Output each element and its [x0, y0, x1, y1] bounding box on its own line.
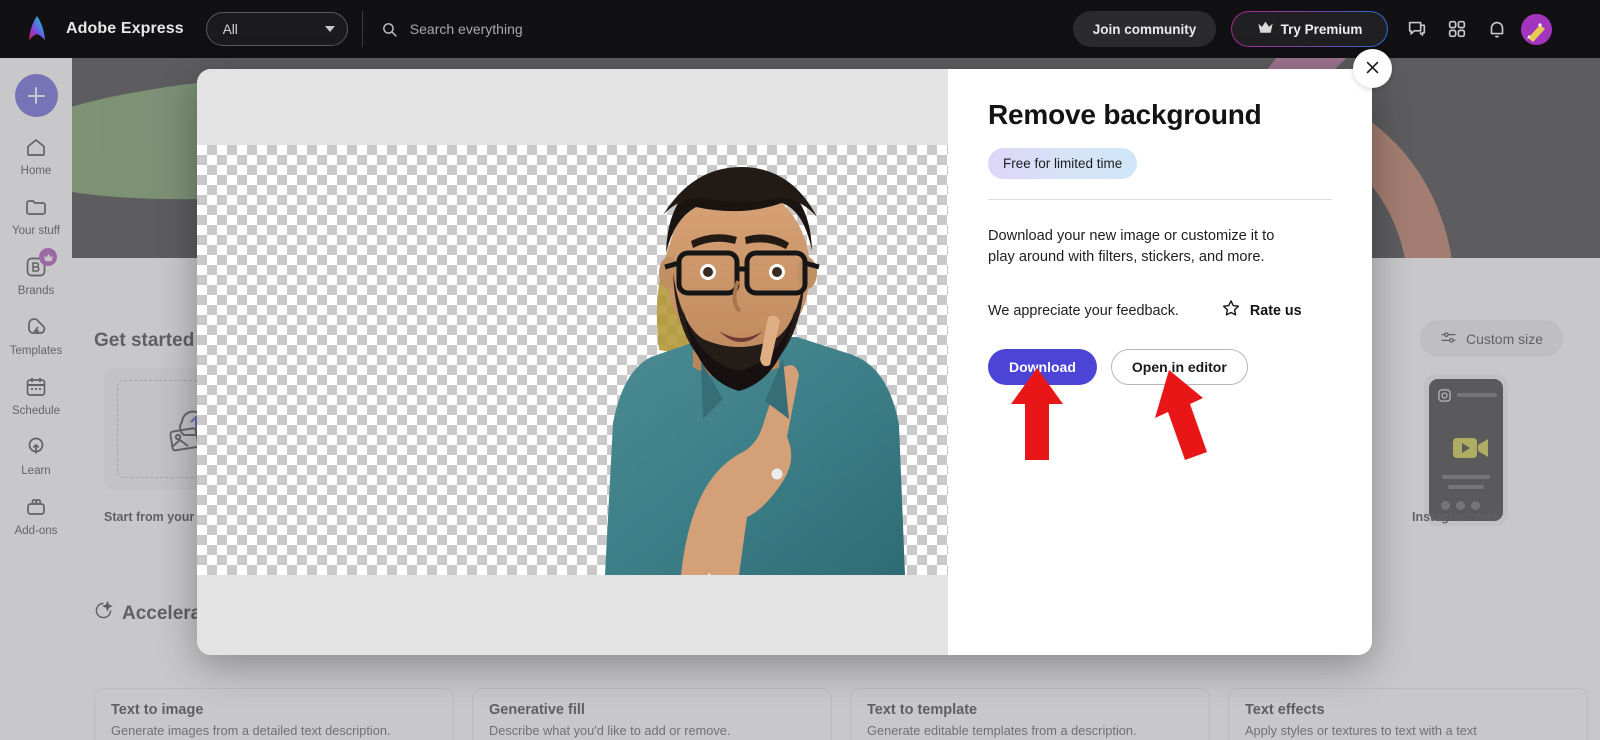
search-scope-select[interactable]: All	[205, 12, 348, 46]
search-input[interactable]	[409, 21, 1010, 37]
rate-us-button[interactable]: Rate us	[1221, 298, 1302, 323]
brand-title: Adobe Express	[66, 20, 184, 37]
preview-image	[605, 167, 905, 575]
search-scope-value: All	[222, 21, 238, 37]
chat-bubble-icon[interactable]	[1406, 18, 1428, 40]
red-arrow-up-icon	[1011, 368, 1063, 460]
try-premium-button[interactable]: Try Premium	[1231, 11, 1388, 47]
crown-icon	[1257, 21, 1274, 37]
feedback-text: We appreciate your feedback.	[988, 302, 1179, 319]
remove-background-modal: Remove background Free for limited time …	[197, 69, 1372, 655]
adobe-logo	[22, 15, 52, 43]
close-icon	[1364, 59, 1381, 79]
rate-us-label: Rate us	[1249, 302, 1302, 319]
modal-preview-panel	[197, 69, 948, 655]
close-button[interactable]	[1353, 49, 1392, 88]
mouse-pointer-icon	[708, 573, 711, 575]
try-premium-label: Try Premium	[1280, 21, 1363, 37]
modal-info-panel: Remove background Free for limited time …	[948, 69, 1372, 655]
red-arrow-up-tilted-icon	[1155, 370, 1207, 460]
app-root: Get started Custom size Start f	[0, 0, 1600, 740]
search-icon	[381, 21, 398, 38]
free-badge: Free for limited time	[988, 148, 1138, 179]
avatar[interactable]	[1521, 14, 1552, 45]
app-grid-icon[interactable]	[1446, 18, 1468, 40]
modal-description: Download your new image or customize it …	[988, 228, 1275, 266]
top-navigation-bar: Adobe Express All Join community Try Pre…	[0, 0, 1600, 58]
search-bar[interactable]	[361, 11, 1062, 47]
join-community-button[interactable]: Join community	[1073, 11, 1216, 47]
divider	[988, 199, 1332, 200]
feedback-row: We appreciate your feedback. Rate us	[988, 298, 1332, 323]
notification-bell-icon[interactable]	[1486, 18, 1508, 40]
chevron-down-icon	[324, 26, 335, 32]
modal-title: Remove background	[988, 99, 1262, 130]
star-outline-icon	[1221, 298, 1241, 323]
transparent-canvas[interactable]	[197, 145, 948, 575]
